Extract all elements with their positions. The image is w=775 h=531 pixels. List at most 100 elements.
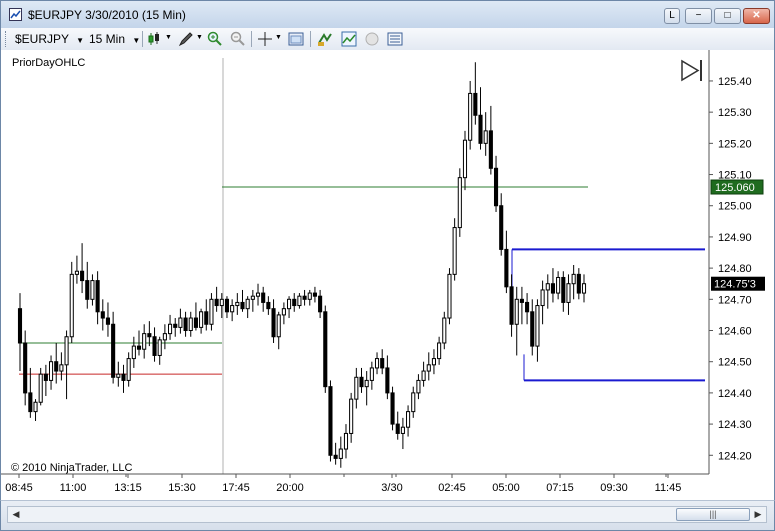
minimize-button[interactable]: − [685, 8, 712, 24]
candle-body [173, 323, 178, 328]
candle-body [478, 114, 483, 144]
candle-body [493, 167, 499, 207]
zoom-out-icon[interactable] [230, 31, 246, 47]
chevron-down-icon[interactable]: ▼ [275, 34, 282, 41]
candle-body [416, 379, 421, 394]
toolbar-separator [142, 31, 143, 47]
candle-body [136, 345, 142, 350]
candle-body [483, 130, 488, 144]
candle-body [85, 280, 90, 300]
toolbar-separator [251, 31, 252, 47]
y-tick-label: 124.50 [718, 357, 752, 369]
chevron-down-icon: ▼ [76, 36, 85, 45]
candle-body [168, 323, 173, 335]
candle-body [406, 411, 411, 428]
interval-selector[interactable]: 15 Min ▼ [89, 31, 140, 47]
candle-body [261, 292, 266, 303]
window-titlebar: $EURJPY 3/30/2010 (15 Min) L − □ ✕ [0, 0, 775, 28]
candle-body [385, 367, 390, 394]
candle-body [80, 270, 85, 282]
disabled-circle-icon[interactable] [364, 31, 380, 47]
candle-body [271, 308, 276, 338]
x-tick-label: 20:00 [276, 482, 304, 494]
candle-body [302, 295, 307, 300]
candle-body [411, 392, 416, 413]
link-button[interactable]: L [664, 8, 680, 24]
candle-body [323, 311, 328, 388]
zoom-in-icon[interactable] [207, 31, 223, 47]
candle-body [359, 376, 364, 388]
candle-body [100, 311, 105, 319]
indicators-icon[interactable] [341, 31, 357, 47]
candle-body [390, 392, 395, 425]
pencil-draw-icon[interactable] [178, 31, 194, 47]
toolbar-grip[interactable] [5, 31, 8, 47]
chevron-down-icon[interactable]: ▼ [196, 34, 203, 41]
candle-body [126, 358, 131, 381]
candle-body [318, 295, 323, 313]
candle-body [64, 336, 69, 366]
properties-icon[interactable] [288, 31, 304, 47]
crosshair-icon[interactable] [257, 31, 273, 47]
candle-body [90, 280, 95, 300]
candle-body [540, 289, 545, 307]
y-tick-label: 124.40 [718, 388, 752, 400]
data-box-icon[interactable] [387, 31, 403, 47]
candle-body [276, 314, 281, 338]
candle-body [504, 248, 509, 288]
candle-body [193, 317, 198, 328]
y-tick-label: 124.20 [718, 450, 752, 462]
window-title: $EURJPY 3/30/2010 (15 Min) [28, 8, 186, 22]
chart-toolbar: $EURJPY ▼ 15 Min ▼ ▼ ▼ ▼ [0, 28, 775, 50]
close-button[interactable]: ✕ [743, 8, 770, 24]
candle-body [499, 205, 504, 250]
candle-body [230, 305, 235, 313]
chevron-down-icon[interactable]: ▼ [165, 34, 172, 41]
candle-body [33, 401, 38, 413]
candle-body [530, 311, 535, 347]
scroll-left-arrow-icon[interactable]: ◀ [8, 507, 24, 522]
candle-body [105, 317, 111, 325]
price-chart[interactable]: 125.40125.30125.20125.10125.00124.90124.… [1, 50, 774, 500]
candle-body [178, 317, 183, 328]
candle-body [576, 273, 581, 294]
candle-body [400, 426, 405, 434]
candle-body [152, 336, 157, 356]
candle-body [581, 283, 587, 294]
candle-body [74, 270, 79, 275]
x-tick-label: 13:15 [114, 482, 142, 494]
instrument-selector[interactable]: $EURJPY ▼ [15, 31, 84, 47]
candle-body [447, 273, 452, 319]
chart-panel[interactable]: 125.40 125.30 125.20 125.10 125.00 124.90 124.… [0, 50, 775, 500]
candle-body [488, 130, 493, 169]
candle-body [38, 373, 43, 403]
scroll-to-end-icon[interactable] [679, 59, 703, 82]
candle-body [442, 317, 447, 344]
candle-body [266, 301, 271, 310]
y-tick-label: 124.60 [718, 326, 752, 338]
candle-body [509, 286, 514, 325]
x-tick-label: 05:00 [492, 482, 520, 494]
x-tick-label: 08:45 [5, 482, 33, 494]
horizontal-scrollbar[interactable]: ◀ ||| ▶ [7, 506, 767, 523]
x-tick-label: 15:30 [168, 482, 196, 494]
candle-body [364, 379, 369, 388]
candle-body [349, 398, 354, 434]
candle-body [395, 423, 400, 434]
candle-body [23, 342, 28, 394]
candle-body [204, 311, 209, 325]
scroll-thumb[interactable]: ||| [676, 508, 750, 521]
candle-body [545, 283, 550, 291]
maximize-button[interactable]: □ [714, 8, 741, 24]
candle-body [188, 317, 193, 332]
y-tick-label: 125.40 [718, 76, 752, 88]
strategy-icon[interactable] [317, 31, 333, 47]
candle-body [28, 392, 33, 413]
indicator-label: PriorDayOHLC [12, 57, 85, 69]
candle-body [566, 283, 571, 303]
scroll-right-arrow-icon[interactable]: ▶ [750, 507, 766, 522]
candlestick-style-icon[interactable] [148, 31, 164, 47]
candle-body [421, 370, 426, 381]
marker-price-text: 125.060 [715, 182, 755, 194]
candle-body [235, 301, 240, 307]
